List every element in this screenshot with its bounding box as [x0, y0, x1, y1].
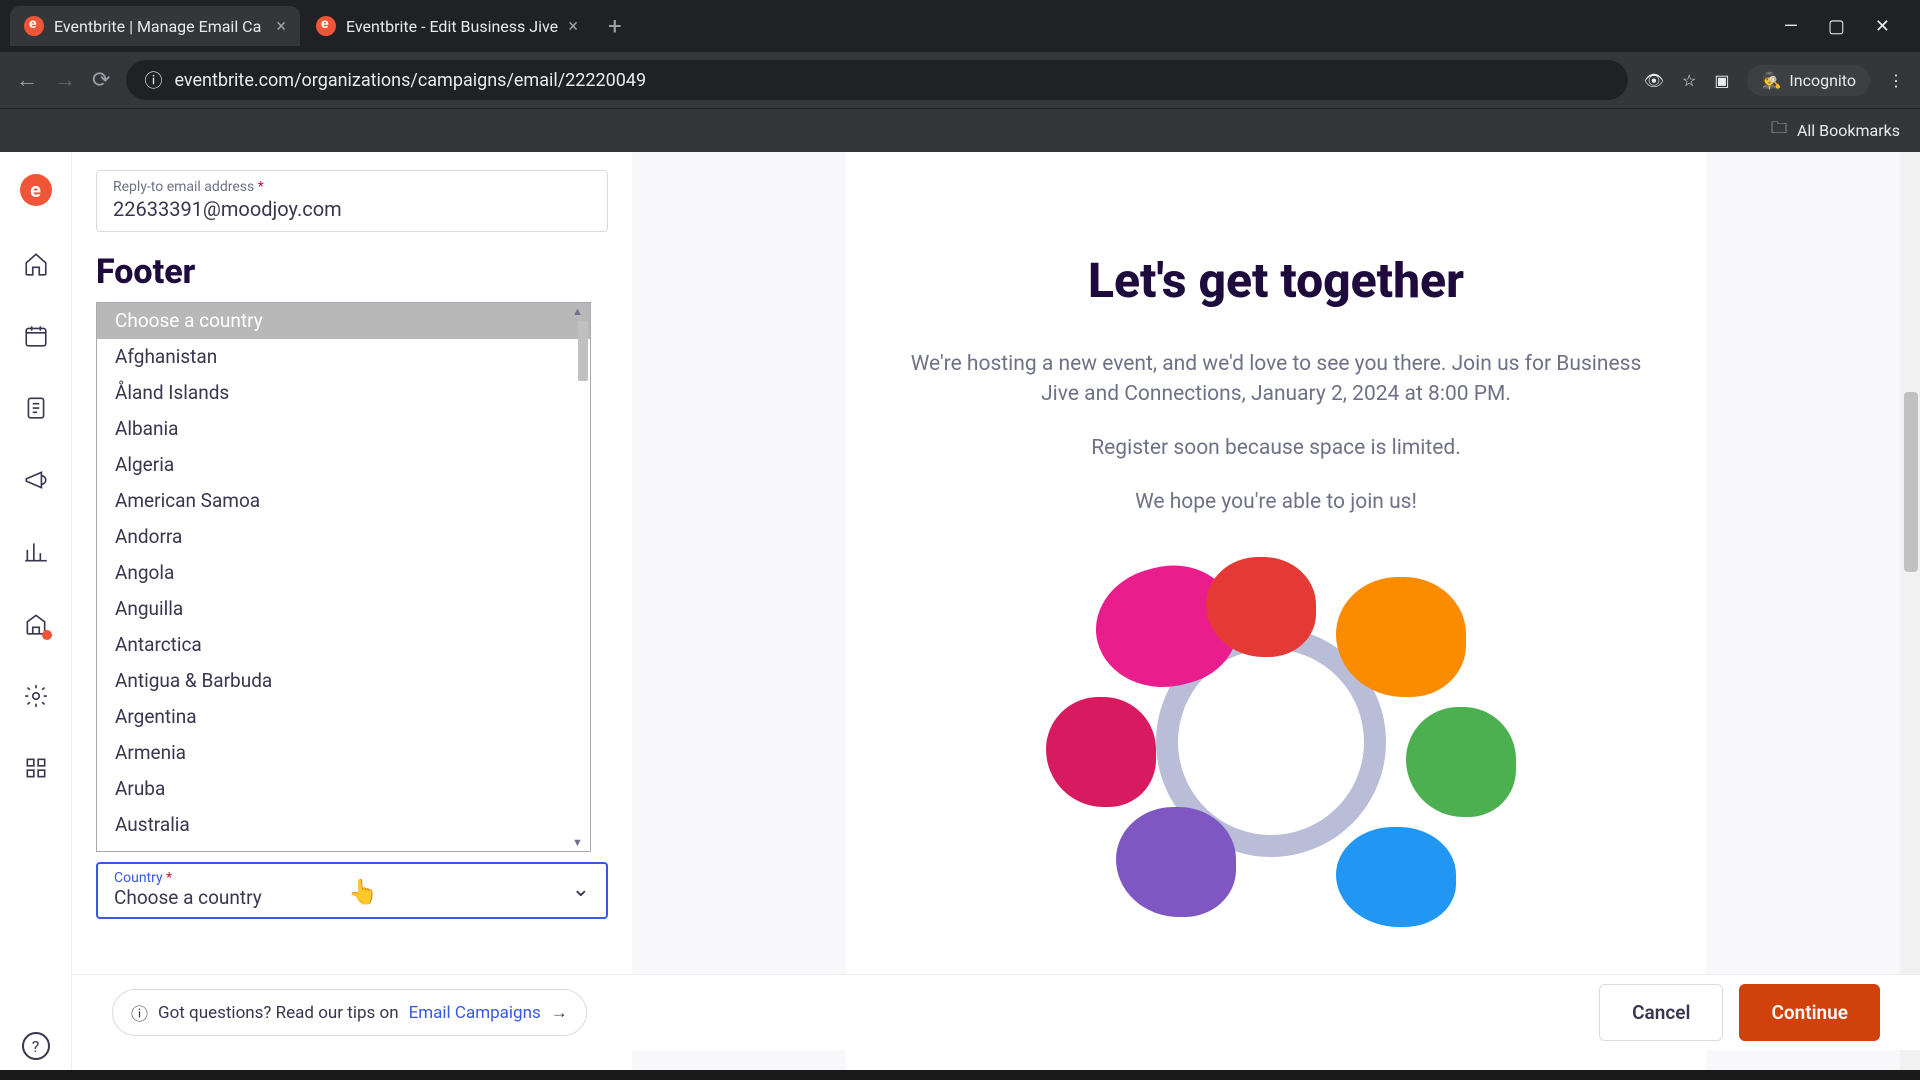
listbox-option[interactable]: Aruba: [97, 771, 590, 807]
tab-inactive[interactable]: Eventbrite - Edit Business Jive ×: [302, 6, 592, 46]
maximize-icon[interactable]: ▢: [1828, 16, 1845, 37]
close-icon[interactable]: ×: [276, 16, 286, 37]
side-panel-icon[interactable]: ▣: [1714, 71, 1729, 90]
url-text: eventbrite.com/organizations/campaigns/e…: [174, 70, 646, 91]
country-listbox[interactable]: Choose a country Afghanistan Åland Islan…: [96, 302, 591, 852]
incognito-label: Incognito: [1789, 71, 1856, 90]
preview-card: Let's get together We're hosting a new e…: [846, 152, 1706, 1080]
eye-off-icon[interactable]: 👁: [1644, 71, 1664, 90]
icon-sidebar: e ?: [0, 152, 72, 1080]
tab-title: Eventbrite | Manage Email Ca: [54, 17, 261, 36]
listbox-option[interactable]: Afghanistan: [97, 339, 590, 375]
country-select-value: Choose a country: [114, 886, 572, 909]
listbox-option[interactable]: Andorra: [97, 519, 590, 555]
tips-link[interactable]: Email Campaigns: [409, 1003, 541, 1023]
tips-text: Got questions? Read our tips on: [158, 1003, 399, 1023]
listbox-option[interactable]: Antigua & Barbuda: [97, 663, 590, 699]
folder-icon: 🗀: [1771, 117, 1787, 144]
reply-to-label: Reply-to email address *: [113, 179, 591, 195]
settings-gear-icon[interactable]: [22, 682, 50, 710]
site-info-icon[interactable]: ⓘ: [144, 67, 162, 93]
listbox-option[interactable]: Austria: [97, 843, 590, 851]
arrow-right-icon: →: [551, 1003, 568, 1023]
home-icon[interactable]: [22, 250, 50, 278]
finance-icon[interactable]: [22, 610, 50, 638]
address-bar: ← → ⟳ ⓘ eventbrite.com/organizations/cam…: [0, 52, 1920, 108]
listbox-option[interactable]: Albania: [97, 411, 590, 447]
eventbrite-favicon-icon: [316, 16, 336, 36]
bottom-action-bar: ⓘ Got questions? Read our tips on Email …: [72, 974, 1920, 1050]
reply-to-field[interactable]: Reply-to email address * 22633391@moodjo…: [96, 170, 608, 232]
reply-to-value: 22633391@moodjoy.com: [113, 197, 591, 221]
listbox-option[interactable]: Algeria: [97, 447, 590, 483]
scrollbar-thumb[interactable]: [578, 321, 588, 381]
listbox-option[interactable]: Argentina: [97, 699, 590, 735]
listbox-option[interactable]: Angola: [97, 555, 590, 591]
minimize-icon[interactable]: —: [1784, 16, 1798, 37]
preview-text-2: Register soon because space is limited.: [906, 433, 1646, 463]
tab-title: Eventbrite - Edit Business Jive: [346, 17, 558, 36]
listbox-option[interactable]: Australia: [97, 807, 590, 843]
all-bookmarks-label: All Bookmarks: [1797, 121, 1900, 140]
preview-title: Let's get together: [906, 252, 1646, 309]
close-window-icon[interactable]: ✕: [1875, 16, 1890, 37]
cancel-button[interactable]: Cancel: [1599, 984, 1723, 1041]
apps-grid-icon[interactable]: [22, 754, 50, 782]
preview-image: [1016, 547, 1536, 927]
continue-button[interactable]: Continue: [1739, 984, 1880, 1041]
reports-icon[interactable]: [22, 538, 50, 566]
preview-text-3: We hope you're able to join us!: [906, 487, 1646, 517]
listbox-option-placeholder[interactable]: Choose a country: [97, 303, 590, 339]
reload-icon[interactable]: ⟳: [92, 68, 110, 93]
tips-pill[interactable]: ⓘ Got questions? Read our tips on Email …: [112, 989, 587, 1036]
tab-bar: Eventbrite | Manage Email Ca × Eventbrit…: [0, 0, 1920, 52]
listbox-option[interactable]: Åland Islands: [97, 375, 590, 411]
help-icon[interactable]: ?: [22, 1032, 50, 1060]
window-controls: — ▢ ✕: [1784, 16, 1910, 37]
new-tab-button[interactable]: +: [594, 12, 636, 40]
form-panel: Reply-to email address * 22633391@moodjo…: [72, 152, 632, 1080]
url-input[interactable]: ⓘ eventbrite.com/organizations/campaigns…: [126, 60, 1627, 100]
close-icon[interactable]: ×: [568, 16, 578, 37]
country-select-label: Country *: [114, 870, 572, 886]
country-select[interactable]: Country * Choose a country ⌄ 👆: [96, 862, 608, 919]
incognito-badge[interactable]: 🕵 Incognito: [1747, 65, 1870, 96]
back-icon[interactable]: ←: [16, 67, 38, 93]
bookmarks-bar: 🗀 All Bookmarks: [0, 108, 1920, 152]
chevron-down-icon: ⌄: [572, 877, 590, 902]
page-scrollbar[interactable]: [1900, 152, 1920, 1080]
calendar-icon[interactable]: [22, 322, 50, 350]
listbox-option[interactable]: Armenia: [97, 735, 590, 771]
preview-text-1: We're hosting a new event, and we'd love…: [906, 349, 1646, 409]
browser-chrome: Eventbrite | Manage Email Ca × Eventbrit…: [0, 0, 1920, 152]
listbox-scrollbar[interactable]: [568, 303, 590, 851]
page-content: e ? Reply-to email address * 22633391@mo…: [0, 152, 1920, 1080]
eventbrite-favicon-icon: [24, 16, 44, 36]
footer-heading: Footer: [96, 252, 608, 292]
tab-active[interactable]: Eventbrite | Manage Email Ca ×: [10, 6, 300, 46]
info-icon: ⓘ: [131, 1000, 148, 1025]
incognito-icon: 🕵: [1761, 71, 1781, 90]
all-bookmarks-button[interactable]: 🗀 All Bookmarks: [1771, 117, 1900, 144]
email-preview-panel: Let's get together We're hosting a new e…: [632, 152, 1920, 1080]
scrollbar-thumb[interactable]: [1904, 392, 1918, 572]
os-taskbar: [0, 1070, 1920, 1080]
bookmark-star-icon[interactable]: ☆: [1682, 71, 1696, 90]
listbox-option[interactable]: American Samoa: [97, 483, 590, 519]
kebab-menu-icon[interactable]: ⋮: [1888, 71, 1904, 90]
listbox-option[interactable]: Antarctica: [97, 627, 590, 663]
orders-icon[interactable]: [22, 394, 50, 422]
listbox-option[interactable]: Anguilla: [97, 591, 590, 627]
forward-icon: →: [54, 67, 76, 93]
marketing-icon[interactable]: [22, 466, 50, 494]
eventbrite-logo-icon[interactable]: e: [20, 174, 52, 206]
